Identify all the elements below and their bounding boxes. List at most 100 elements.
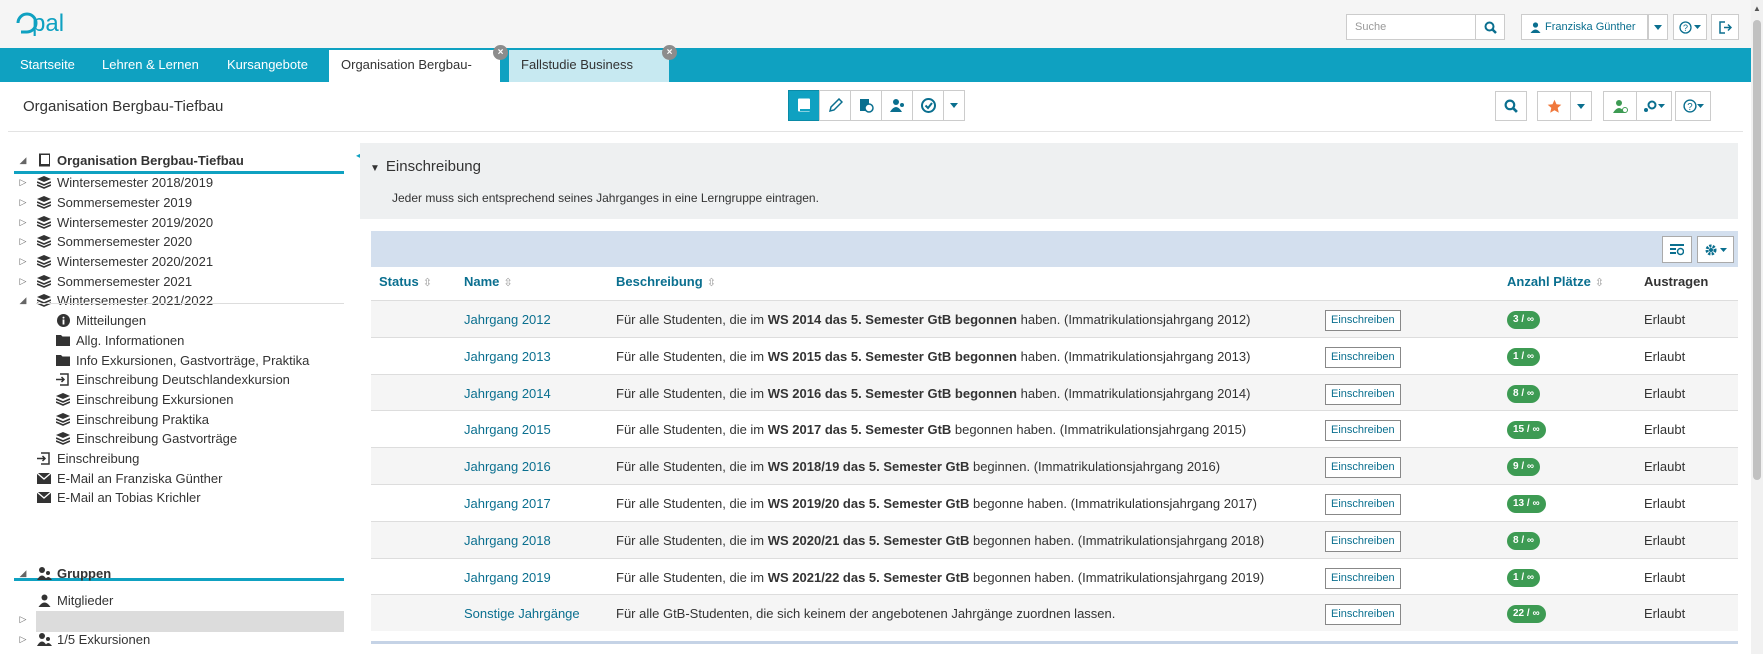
sidebar-tree-item[interactable]: Mitteilungen [52,310,146,332]
opal-logo[interactable]: pal [14,8,84,41]
course-edit-button[interactable] [819,90,851,121]
collapsed-triangle-icon[interactable]: ▷ [16,256,30,267]
sidebar-tree-item[interactable]: Einschreibung Exkursionen [52,388,234,410]
enroll-button[interactable]: Einschreiben [1325,457,1401,479]
column-header-status[interactable]: Status ⇳ [379,274,432,289]
group-name-link[interactable]: Jahrgang 2012 [464,312,551,327]
groups-root[interactable]: ◢ Gruppen [16,562,112,584]
favorite-dropdown[interactable] [1570,91,1592,121]
collapsed-triangle-icon[interactable]: ▷ [16,276,30,287]
sidebar-tree-item[interactable]: ▷ Sommersemester 2020 [16,231,193,253]
sidebar-group-item[interactable]: Mitglieder [16,589,113,611]
svg-text:pal: pal [32,10,64,37]
tab-close-icon[interactable]: × [493,45,508,60]
stack-icon [55,391,71,407]
enroll-button[interactable]: Einschreiben [1325,530,1401,552]
sidebar-tree-item[interactable]: Einschreibung [16,448,139,470]
course-members-button[interactable] [1603,91,1637,121]
table-columns-icon [1670,243,1684,255]
tab-fallstudie-business[interactable]: Fallstudie Business An... × [509,45,677,102]
sidebar-tree-item[interactable]: Info Exkursionen, Gastvorträge, Praktika [52,349,309,371]
description-text: Für alle Studenten, die im [616,569,768,585]
course-settings-dropdown[interactable] [1636,91,1672,121]
enrollment-title[interactable]: ▼ Einschreibung [370,158,481,175]
course-view-button[interactable] [788,90,820,121]
group-name-link[interactable]: Jahrgang 2019 [464,570,551,585]
favorite-button[interactable] [1537,91,1571,121]
collapsed-triangle-icon[interactable]: ▷ [16,217,30,228]
enroll-button[interactable]: Einschreiben [1325,420,1401,442]
group-name-link[interactable]: Jahrgang 2018 [464,533,551,548]
group-name-link[interactable]: Jahrgang 2013 [464,349,551,364]
sidebar-item-label: Wintersemester 2020/2021 [57,254,214,269]
course-search-button[interactable] [1495,91,1527,121]
nav-item-kursangebote[interactable]: Kursangebote [227,48,308,82]
course-tools-dropdown[interactable] [943,90,965,121]
nav-item-lehren-lernen[interactable]: Lehren & Lernen [102,48,199,82]
collapsed-triangle-icon[interactable]: ▷ [16,177,30,188]
stack-icon [36,175,52,191]
stack-icon [36,293,52,309]
enroll-button[interactable]: Einschreiben [1325,494,1401,515]
sidebar-tree-item[interactable]: Einschreibung Gastvorträge [52,428,237,450]
tree-root[interactable]: ◢ Organisation Bergbau-Tiefbau [16,149,244,171]
sort-icon: ⇳ [706,277,716,289]
group-name-link[interactable]: Jahrgang 2014 [464,386,551,401]
enroll-icon [36,451,52,467]
description-text: Für alle Studenten, die im [616,385,768,401]
enroll-button[interactable]: Einschreiben [1325,310,1401,331]
nav-item-startseite[interactable]: Startseite [20,48,75,82]
sidebar-tree-item[interactable]: ▷ Sommersemester 2021 [16,270,193,292]
course-assessment-button[interactable] [912,90,944,121]
sidebar-item-label: Info Exkursionen, Gastvorträge, Praktika [76,352,310,368]
group-name-link[interactable]: Sonstige Jahrgänge [464,606,580,621]
enroll-button[interactable]: Einschreiben [1325,346,1401,368]
sidebar-tree-item[interactable]: Allg. Informationen [52,329,184,351]
user-icon [1530,21,1541,33]
group-name-link[interactable]: Jahrgang 2016 [464,459,551,474]
expanded-triangle-icon[interactable]: ◢ [16,295,30,306]
table-columns-button[interactable] [1662,236,1692,263]
course-search-group [1495,91,1527,121]
column-header-places[interactable]: Anzahl Plätze ⇳ [1507,274,1604,289]
search-button[interactable] [1475,14,1505,40]
course-participants-button[interactable] [881,90,913,121]
help-menu-button[interactable]: ? [1673,14,1707,40]
course-preview-button[interactable] [850,90,882,121]
table-settings-button[interactable] [1697,236,1734,263]
sidebar-tree-item[interactable]: E-Mail an Tobias Krichler [16,487,201,509]
enroll-button[interactable]: Einschreiben [1325,567,1401,589]
group-name-link[interactable]: Jahrgang 2015 [464,422,551,437]
sidebar-tree-item[interactable]: ▷ Sommersemester 2019 [16,191,193,213]
sidebar-tree-item[interactable]: ◢ Wintersemester 2021/2022 [16,290,214,312]
scrollbar-thumb[interactable] [1753,20,1761,480]
collapsed-triangle-icon[interactable]: ▷ [16,614,30,625]
logout-button[interactable] [1711,14,1739,40]
course-navigation-tree: ◢ Organisation Bergbau-Tiefbau ▷ Winterse… [0,132,352,654]
scroll-up-arrow-icon[interactable]: ▲ [1753,4,1761,13]
sidebar-tree-item[interactable]: E-Mail an Franziska Günther [16,467,222,489]
tab-close-icon[interactable]: × [662,45,677,60]
sidebar-tree-item[interactable]: Einschreibung Praktika [52,408,209,430]
enroll-button[interactable]: Einschreiben [1325,383,1401,405]
enroll-button[interactable]: Einschreiben [1325,604,1401,626]
column-header-description[interactable]: Beschreibung ⇳ [616,274,716,289]
collapsed-triangle-icon[interactable]: ▷ [16,236,30,247]
user-menu-caret[interactable] [1648,14,1668,40]
expanded-triangle-icon[interactable]: ◢ [16,568,30,579]
column-header-name[interactable]: Name ⇳ [464,274,513,289]
user-menu-button[interactable]: Franziska Günther [1521,14,1648,40]
collapsed-triangle-icon[interactable]: ▷ [16,634,30,645]
sidebar-tree-item[interactable]: ▷ Wintersemester 2020/2021 [16,251,214,273]
expanded-triangle-icon[interactable]: ◢ [16,155,30,166]
group-description: Für alle Studenten, die im WS 2020/21 da… [616,533,1264,548]
places-badge: 8 / ∞ [1507,384,1541,403]
course-help-button[interactable]: ? [1675,91,1711,121]
group-name-link[interactable]: Jahrgang 2017 [464,496,551,511]
tab-organisation-bergbau[interactable]: Organisation Bergbau-T... × [329,45,508,102]
sidebar-tree-item[interactable]: ▷ Wintersemester 2018/2019 [16,172,214,194]
sidebar-tree-item[interactable]: Einschreibung Deutschlandexkursion [52,369,290,391]
search-input[interactable]: Suche [1346,14,1476,40]
sidebar-tree-item[interactable]: ▷ Wintersemester 2019/2020 [16,211,214,233]
collapsed-triangle-icon[interactable]: ▷ [16,197,30,208]
